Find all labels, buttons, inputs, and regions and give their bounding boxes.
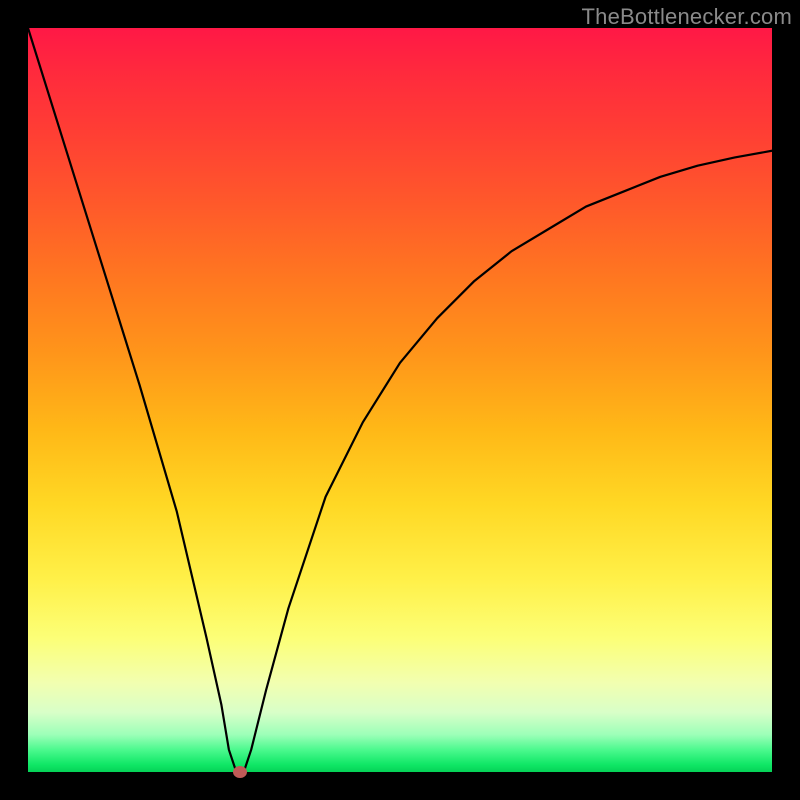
curve-svg — [28, 28, 772, 772]
optimal-point-marker — [233, 766, 247, 778]
watermark-text: TheBottlenecker.com — [582, 4, 792, 30]
bottleneck-curve — [28, 28, 772, 772]
plot-area — [28, 28, 772, 772]
chart-frame: TheBottlenecker.com — [0, 0, 800, 800]
